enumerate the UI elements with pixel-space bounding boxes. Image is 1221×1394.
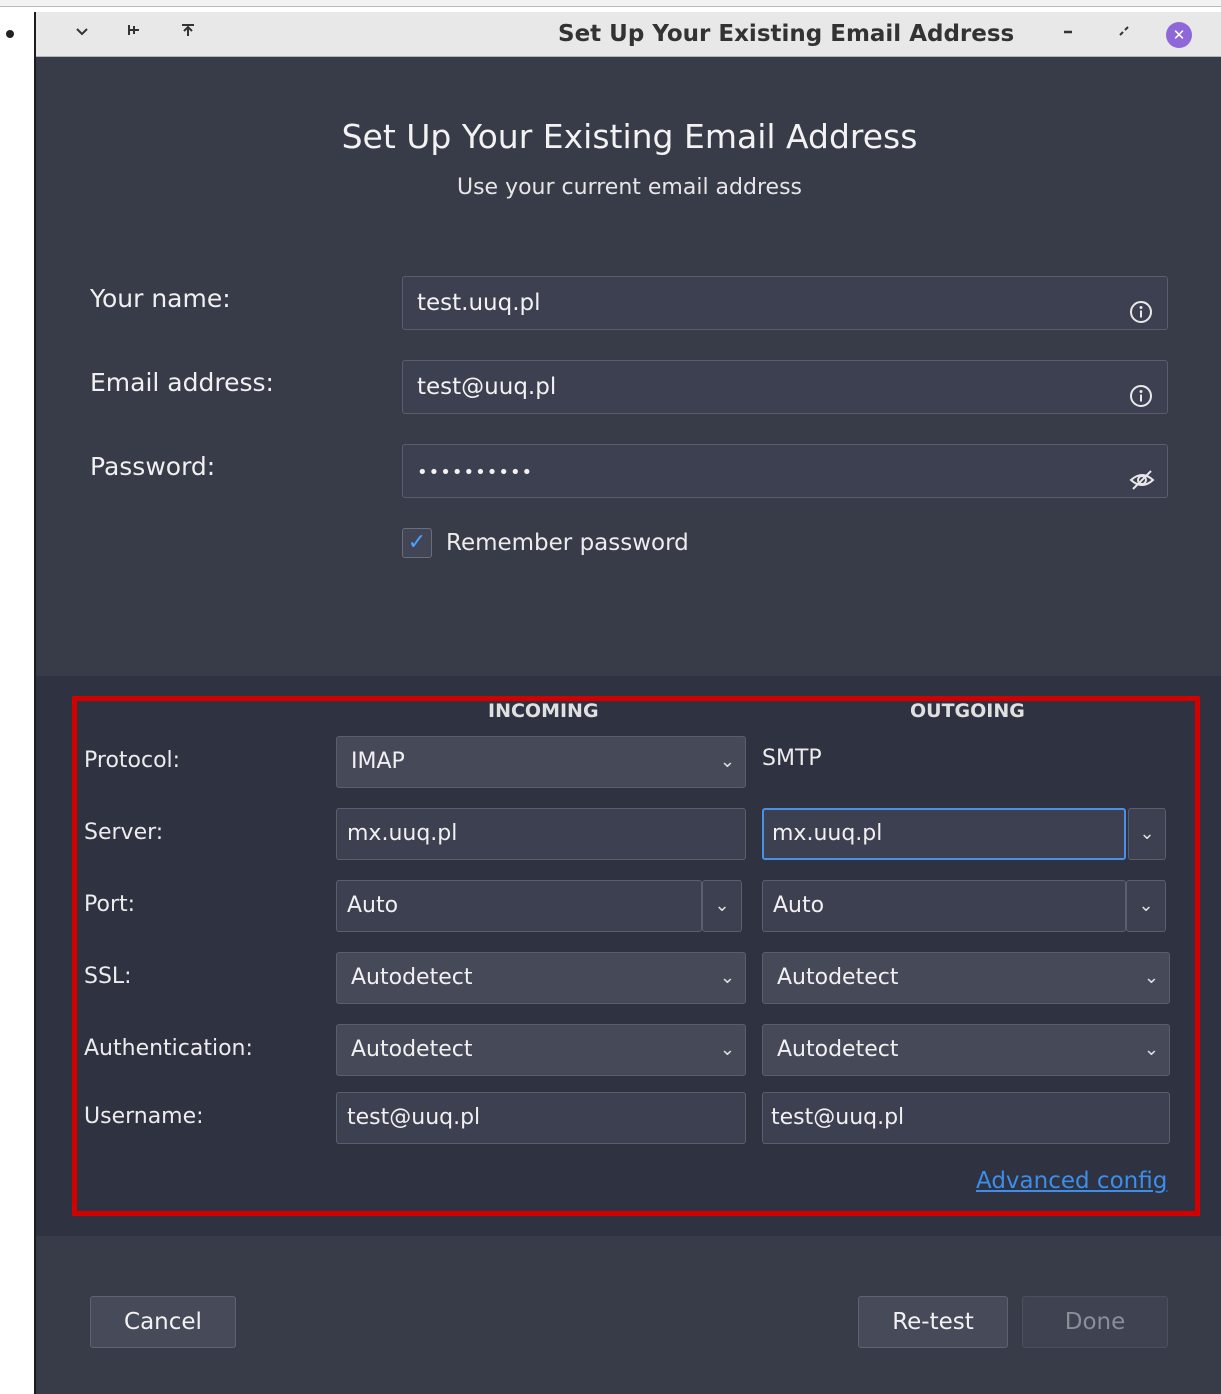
name-label: Your name: [90,284,231,313]
outgoing-username-value: test@uuq.pl [771,1105,905,1130]
incoming-header: INCOMING [488,700,599,722]
close-icon[interactable]: ✕ [1166,22,1192,48]
outgoing-authentication-value: Autodetect [777,1037,899,1062]
outgoing-server-input[interactable]: mx.uuq.pl [762,808,1126,860]
password-value: •••••••••• [417,462,534,483]
remember-password-label[interactable]: Remember password [446,528,689,558]
chevron-down-icon: ⌄ [719,1039,735,1060]
eye-slash-icon[interactable] [1129,459,1155,490]
outgoing-port-input[interactable]: Auto [762,880,1126,932]
incoming-ssl-select[interactable]: Autodetect ⌄ [336,952,746,1004]
email-field[interactable]: test@uuq.pl [402,360,1168,414]
page-subtitle: Use your current email address [456,175,802,200]
name-field[interactable]: test.uuq.pl [402,276,1168,330]
incoming-username-input[interactable]: test@uuq.pl [336,1092,746,1144]
password-label: Password: [90,452,216,481]
server-label: Server: [84,820,164,845]
outgoing-port-dropdown-button[interactable]: ⌄ [1126,880,1166,932]
chevron-down-icon: ⌄ [1143,967,1159,988]
minimize-icon[interactable] [1056,20,1080,46]
protocol-label: Protocol: [84,748,181,773]
outgoing-ssl-value: Autodetect [777,965,899,990]
info-icon[interactable] [1129,291,1153,323]
chevron-down-icon: ⌄ [719,751,735,772]
authentication-label: Authentication: [84,1036,253,1061]
ssl-label: SSL: [84,964,132,989]
outgoing-protocol-value: SMTP [762,746,822,771]
name-value: test.uuq.pl [417,290,541,316]
keep-above-icon[interactable] [176,20,200,46]
chevron-down-icon: ⌄ [1138,895,1154,916]
background-strip [0,0,1221,7]
maximize-icon[interactable] [1112,20,1136,46]
bullet-dot [6,30,14,38]
port-label: Port: [84,892,136,917]
info-icon[interactable] [1129,375,1153,407]
incoming-ssl-value: Autodetect [351,965,473,990]
chevron-down-icon: ⌄ [1143,1039,1159,1060]
outgoing-ssl-select[interactable]: Autodetect ⌄ [762,952,1170,1004]
done-button[interactable]: Done [1022,1296,1168,1348]
chevron-down-icon[interactable] [70,20,94,46]
chevron-down-icon: ⌄ [719,967,735,988]
pin-icon[interactable] [122,20,146,46]
remember-password-checkbox[interactable]: ✓ [402,528,432,558]
incoming-username-value: test@uuq.pl [347,1105,481,1130]
incoming-protocol-select[interactable]: IMAP ⌄ [336,736,746,788]
page-title: Set Up Your Existing Email Address [341,117,918,156]
password-field[interactable]: •••••••••• [402,444,1168,498]
incoming-port-value: Auto [347,893,399,918]
incoming-authentication-value: Autodetect [351,1037,473,1062]
outgoing-header: OUTGOING [910,700,1025,722]
cancel-button[interactable]: Cancel [90,1296,236,1348]
email-label: Email address: [90,368,274,397]
incoming-port-dropdown-button[interactable]: ⌄ [702,880,742,932]
chevron-down-icon: ⌄ [1139,823,1155,844]
chevron-down-icon: ⌄ [714,895,730,916]
incoming-server-value: mx.uuq.pl [347,821,458,846]
outgoing-server-value: mx.uuq.pl [772,821,883,846]
incoming-authentication-select[interactable]: Autodetect ⌄ [336,1024,746,1076]
title-bar: Set Up Your Existing Email Address ✕ [36,12,1221,57]
incoming-port-input[interactable]: Auto [336,880,702,932]
window-title: Set Up Your Existing Email Address [558,21,1015,47]
incoming-server-input[interactable]: mx.uuq.pl [336,808,746,860]
advanced-config-link[interactable]: Advanced config [976,1168,1167,1194]
outgoing-authentication-select[interactable]: Autodetect ⌄ [762,1024,1170,1076]
outgoing-port-value: Auto [773,893,825,918]
outgoing-server-dropdown-button[interactable]: ⌄ [1128,808,1166,860]
retest-button[interactable]: Re-test [858,1296,1008,1348]
incoming-protocol-value: IMAP [351,749,405,774]
outgoing-username-input[interactable]: test@uuq.pl [762,1092,1170,1144]
email-value: test@uuq.pl [417,374,557,400]
dialog-window: Set Up Your Existing Email Address ✕ Set… [34,12,1221,1394]
username-label: Username: [84,1104,204,1129]
